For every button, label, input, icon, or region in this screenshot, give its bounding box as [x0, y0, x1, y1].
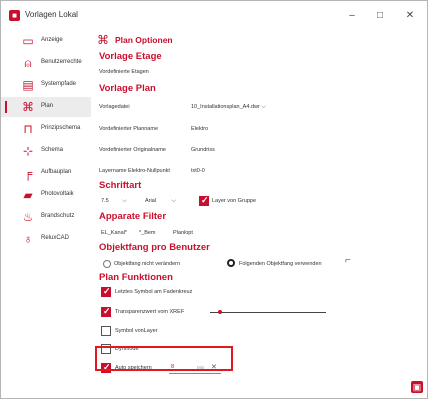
- filter-field-2[interactable]: *_Bem: [139, 230, 156, 236]
- schema-icon: ⊓: [23, 122, 33, 136]
- section-objektfang: Objektfang pro Benutzer: [99, 242, 210, 253]
- app-icon: ■: [9, 10, 20, 21]
- filter-field-1[interactable]: EL_Kanal*: [101, 230, 127, 236]
- transparenz-checkbox[interactable]: [101, 306, 111, 317]
- window-title: Vorlagen Lokal: [25, 10, 78, 19]
- filter-field-3[interactable]: Planlopt: [173, 230, 193, 236]
- sidebar-item-brandschutz[interactable]: ♨ Brandschutz: [1, 207, 91, 227]
- planname-label: Vordefinierter Planname: [99, 126, 159, 132]
- window: ■ Vorlagen Lokal – □ ✕ ▭ Anzeige ⍝ Benut…: [0, 0, 428, 399]
- transparenz-slider-thumb[interactable]: [218, 310, 222, 314]
- sidebar-item-reluxcad[interactable]: ♁ ReluxCAD: [1, 229, 91, 249]
- objektfang-option-2-radio[interactable]: [227, 259, 235, 267]
- sidebar-item-label: Systempfade: [41, 81, 77, 87]
- bulb-icon: ♁: [23, 232, 33, 246]
- save-button[interactable]: ▣: [411, 381, 423, 393]
- brandschutz-icon: ♨: [22, 210, 34, 224]
- vorlagedatei-select[interactable]: 10_Installationsplan_A4.dwr ⌵: [191, 104, 266, 111]
- objektfang-option-1-radio[interactable]: [103, 260, 111, 268]
- sidebar-item-aufbauplan[interactable]: ╒ Aufbauplan: [1, 163, 91, 183]
- planname-field[interactable]: Elektro: [191, 126, 208, 132]
- symbol-vonlayer-checkbox[interactable]: [101, 326, 111, 336]
- chevron-down-icon: ⌵: [171, 198, 177, 204]
- sidebar-item-label: ReluxCAD: [41, 235, 70, 241]
- font-family-value: Arial: [145, 198, 157, 204]
- layername-label: Layername Elektro-Nullpunkt: [99, 168, 170, 174]
- main-content: ⌘ Plan Optionen Vorlage Etage Vordefinie…: [93, 31, 427, 397]
- vorlagedatei-value: 10_Installationsplan_A4.dwr: [191, 104, 260, 110]
- sidebar: ▭ Anzeige ⍝ Benutzerrechte ▤ Systempfade…: [1, 31, 91, 397]
- font-size-value: 7.5: [101, 198, 109, 204]
- font-family-select[interactable]: Arial ⌵: [145, 198, 176, 205]
- maximize-button[interactable]: □: [369, 6, 391, 26]
- sidebar-item-anzeige[interactable]: ▭ Anzeige: [1, 31, 91, 51]
- plan-options-icon: ⌘: [97, 33, 109, 47]
- folder-icon: ▤: [22, 78, 34, 92]
- sidebar-item-label: Plan: [41, 103, 54, 109]
- monitor-icon: ▭: [22, 34, 34, 48]
- close-button[interactable]: ✕: [399, 6, 421, 26]
- sidebar-item-plan[interactable]: ⌘ Plan: [1, 97, 91, 117]
- font-size-select[interactable]: 7.5 ⌵: [101, 198, 127, 205]
- originalname-label: Vordefinierter Originalname: [99, 147, 166, 153]
- sidebar-item-benutzerrechte[interactable]: ⍝ Benutzerrechte: [1, 53, 91, 73]
- user-icon: ⍝: [24, 56, 32, 70]
- originalname-field[interactable]: Grundriss: [191, 147, 215, 153]
- sidebar-item-schema[interactable]: ⊹ Schema: [1, 141, 91, 161]
- vorlagedatei-label: Vorlagedatei: [99, 104, 130, 110]
- minimize-button[interactable]: –: [341, 6, 363, 26]
- vordefinierte-etagen-label: Vordefinierte Etagen: [99, 69, 149, 75]
- sidebar-item-label: Benutzerrechte: [41, 59, 82, 65]
- sidebar-item-systempfade[interactable]: ▤ Systempfade: [1, 75, 91, 95]
- section-schriftart: Schriftart: [99, 180, 142, 191]
- osnap-settings-icon[interactable]: ⌐: [345, 255, 357, 267]
- letztes-symbol-checkbox[interactable]: [101, 286, 111, 297]
- transparenz-slider-track[interactable]: [210, 312, 326, 313]
- page-title: Plan Optionen: [115, 35, 173, 45]
- title-bar: ■ Vorlagen Lokal – □ ✕: [1, 1, 427, 31]
- objektfang-option-2-label: Folgenden Objektfang verwenden: [239, 261, 322, 267]
- sidebar-item-label: Schema: [41, 147, 64, 153]
- layername-field[interactable]: txt0-0: [191, 168, 205, 174]
- section-plan-funktionen: Plan Funktionen: [99, 272, 173, 283]
- sidebar-item-label: Anzeige: [41, 37, 63, 43]
- highlight-box: [95, 346, 233, 371]
- sidebar-item-prinzipschema[interactable]: ⊓ Prinzipschema: [1, 119, 91, 139]
- objektfang-option-1-label: Objektfang nicht verändern: [114, 261, 181, 267]
- letztes-symbol-label: Letztes Symbol am Fadenkreuz: [115, 289, 193, 295]
- photovoltaik-icon: ▰: [23, 188, 33, 202]
- layer-von-gruppe-checkbox[interactable]: [199, 195, 209, 206]
- schema-tree-icon: ⊹: [22, 144, 34, 158]
- section-apparate-filter: Apparate Filter: [99, 211, 167, 222]
- chevron-down-icon: ⌵: [122, 198, 127, 204]
- sidebar-item-label: Brandschutz: [41, 213, 75, 219]
- chevron-down-icon: ⌵: [261, 104, 266, 110]
- transparenz-label: Transparenzwert vom XREF: [115, 309, 185, 315]
- layer-von-gruppe-label: Layer von Gruppe: [212, 198, 257, 204]
- sidebar-item-label: Photovoltaik: [41, 191, 74, 197]
- section-vorlage-etage: Vorlage Etage: [99, 51, 162, 62]
- sidebar-item-label: Aufbauplan: [41, 169, 72, 175]
- sidebar-item-label: Prinzipschema: [41, 125, 81, 131]
- sidebar-item-photovoltaik[interactable]: ▰ Photovoltaik: [1, 185, 91, 205]
- plan-icon: ⌘: [22, 100, 34, 114]
- symbol-vonlayer-label: Symbol vonLayer: [115, 328, 158, 334]
- section-vorlage-plan: Vorlage Plan: [99, 83, 156, 94]
- aufbauplan-icon: ╒: [23, 166, 33, 180]
